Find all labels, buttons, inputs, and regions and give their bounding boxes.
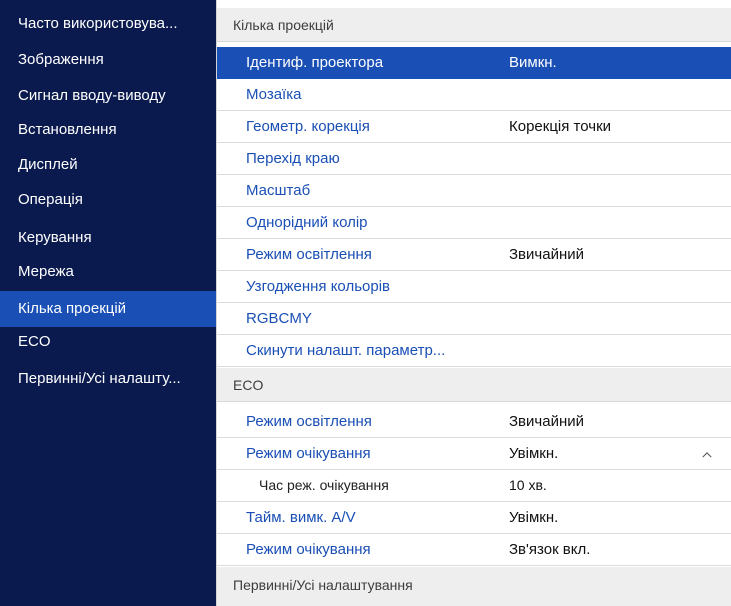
setting-label: Режим освітлення — [246, 413, 372, 430]
setting-value: Увімкн. — [509, 445, 559, 462]
setting-value: 10 хв. — [509, 477, 547, 493]
setting-row-eco-light-mode[interactable]: Режим освітлення Звичайний — [217, 406, 731, 438]
setting-row-geometry-correction[interactable]: Геометр. корекція Корекція точки — [217, 111, 731, 143]
sidebar-item-display[interactable]: Дисплей — [0, 147, 216, 183]
setting-label: Тайм. вимк. A/V — [246, 509, 356, 526]
setting-row-projector-id[interactable]: Ідентиф. проектора Вимкн. — [217, 47, 731, 79]
setting-label: Перехід краю — [246, 150, 340, 167]
setting-label: RGBCMY — [246, 310, 312, 327]
setting-row-standby-time[interactable]: Час реж. очікування 10 хв. — [217, 470, 731, 502]
sidebar-item-image[interactable]: Зображення — [0, 42, 216, 78]
setting-value: Корекція точки — [509, 118, 612, 135]
setting-row-tiling[interactable]: Мозаїка — [217, 79, 731, 111]
setting-label: Режим очікування — [246, 445, 371, 462]
setting-label: Скинути налашт. параметр... — [246, 342, 446, 359]
setting-row-av-mute-timer[interactable]: Тайм. вимк. A/V Увімкн. — [217, 502, 731, 534]
setting-row-scale[interactable]: Масштаб — [217, 175, 731, 207]
setting-value: Увімкн. — [509, 509, 559, 526]
setting-label: Мозаїка — [246, 86, 302, 103]
sidebar-menu: Часто використовува... Зображення Сигнал… — [0, 0, 216, 606]
setting-label: Узгодження кольорів — [246, 278, 391, 295]
chevron-up-icon[interactable] — [702, 450, 712, 460]
settings-panel: Кілька проекцій Ідентиф. проектора Вимкн… — [216, 0, 731, 606]
sidebar-item-operation[interactable]: Операція — [0, 182, 216, 218]
setting-value: Звичайний — [509, 246, 584, 263]
setting-label: Однорідний колір — [246, 214, 368, 231]
sidebar-item-frequently-used[interactable]: Часто використовува... — [0, 6, 216, 42]
sidebar-item-management[interactable]: Керування — [0, 220, 216, 256]
setting-row-standby-mode-communication[interactable]: Режим очікування Зв'язок вкл. — [217, 534, 731, 566]
setting-row-color-matching[interactable]: Узгодження кольорів — [217, 271, 731, 303]
setting-label: Час реж. очікування — [259, 477, 389, 493]
setting-row-edge-blending[interactable]: Перехід краю — [217, 143, 731, 175]
setting-label: Геометр. корекція — [246, 118, 370, 135]
sidebar-item-multi-projection[interactable]: Кілька проекцій — [0, 291, 216, 327]
setting-label: Режим очікування — [246, 541, 371, 558]
setting-row-standby-mode[interactable]: Режим очікування Увімкн. — [217, 438, 731, 470]
setting-value: Звичайний — [509, 413, 584, 430]
setting-label: Масштаб — [246, 182, 311, 199]
sidebar-item-signal-io[interactable]: Сигнал вводу-виводу — [0, 78, 216, 114]
sidebar-item-eco[interactable]: ECO — [0, 324, 216, 360]
section-header-eco: ECO — [217, 368, 731, 402]
section-header-initial-settings: Первинні/Усі налаштування — [217, 567, 731, 606]
sidebar-item-network[interactable]: Мережа — [0, 254, 216, 290]
setting-value: Зв'язок вкл. — [509, 541, 591, 558]
setting-row-light-mode[interactable]: Режим освітлення Звичайний — [217, 239, 731, 271]
projector-settings-screen: Часто використовува... Зображення Сигнал… — [0, 0, 731, 606]
setting-label: Режим освітлення — [246, 246, 372, 263]
sidebar-item-initial-settings[interactable]: Первинні/Усі налашту... — [0, 361, 216, 397]
sidebar-item-installation[interactable]: Встановлення — [0, 112, 216, 148]
setting-label: Ідентиф. проектора — [246, 54, 384, 71]
setting-row-rgbcmy[interactable]: RGBCMY — [217, 303, 731, 335]
section-header-multi-projection: Кілька проекцій — [217, 8, 731, 42]
setting-value: Вимкн. — [509, 54, 557, 71]
setting-row-reset-settings[interactable]: Скинути налашт. параметр... — [217, 335, 731, 367]
setting-row-color-uniformity[interactable]: Однорідний колір — [217, 207, 731, 239]
